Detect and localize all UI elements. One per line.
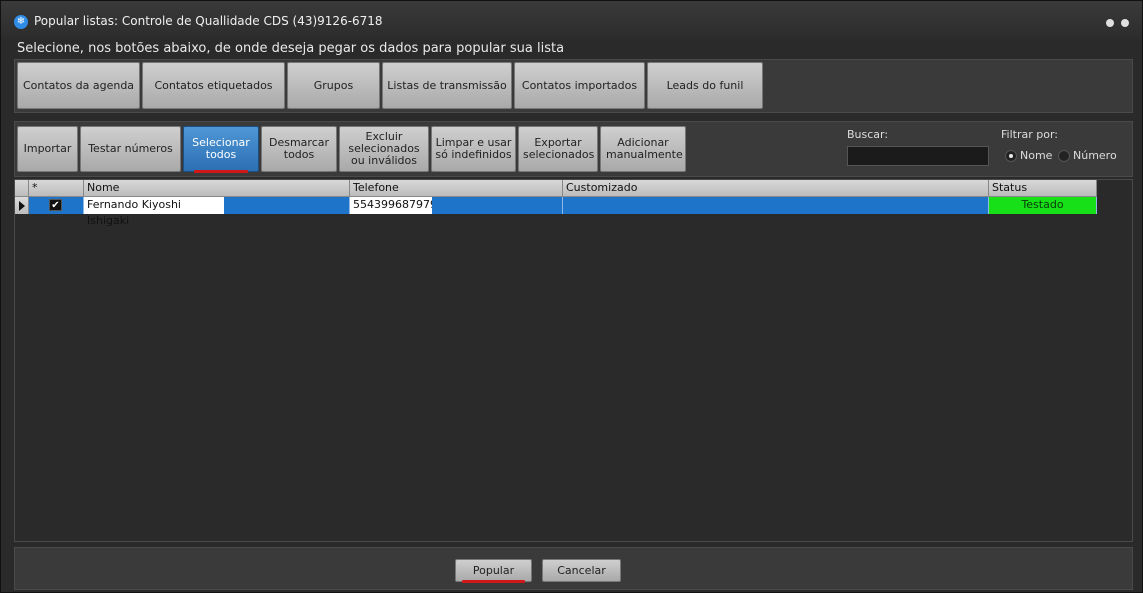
adicionar-manualmente-label: Adicionar manualmente (606, 136, 683, 161)
filter-option-nome[interactable]: Nome (1005, 149, 1052, 162)
contatos-importados-button[interactable]: Contatos importados (514, 62, 645, 109)
snowflake-icon: ❄ (14, 15, 28, 29)
desmarcar-todos-button[interactable]: Desmarcar todos (261, 126, 337, 172)
header-customizado[interactable]: Customizado (563, 180, 989, 196)
popular-label: Popular (472, 563, 515, 577)
grupos-button[interactable]: Grupos (287, 62, 380, 109)
footer-panel: Popular Cancelar (14, 547, 1133, 590)
excluir-selecionados-label: Excluir selecionados ou inválidos (348, 130, 420, 167)
radio-unselected-icon[interactable] (1058, 149, 1070, 162)
current-row-arrow-icon (19, 201, 25, 211)
testar-numeros-button[interactable]: Testar números (80, 126, 181, 172)
telefone-cell-filler[interactable] (432, 197, 563, 214)
table-row[interactable]: ✔ Fernando Kiyoshi Ishigaki 554399687979… (15, 197, 1097, 227)
filter-option-numero-label: Número (1073, 149, 1117, 162)
limpar-usar-indefinidos-button[interactable]: Limpar e usar só indefinidos (431, 126, 516, 172)
check-icon[interactable]: ✔ (49, 199, 62, 211)
popular-button[interactable]: Popular (455, 559, 532, 583)
filter-option-numero[interactable]: Número (1058, 149, 1117, 162)
contacts-grid: * Nome Telefone Customizado Status ✔ Fer… (14, 179, 1133, 542)
title-bar[interactable]: ❄ Popular listas: Controle de Quallidade… (1, 1, 1142, 39)
minimize-dot-icon[interactable] (1106, 19, 1114, 27)
selecionar-todos-button[interactable]: Selecionar todos (183, 126, 259, 173)
adicionar-manualmente-button[interactable]: Adicionar manualmente (600, 126, 686, 172)
highlight-underline (194, 170, 248, 173)
header-telefone[interactable]: Telefone (350, 180, 563, 196)
filter-label: Filtrar por: (1001, 128, 1058, 141)
header-nome[interactable]: Nome (84, 180, 350, 196)
listas-de-transmissao-button[interactable]: Listas de transmissão (382, 62, 512, 109)
exportar-selecionados-button[interactable]: Exportar selecionados (518, 126, 598, 172)
radio-selected-icon[interactable] (1005, 149, 1017, 162)
header-checkbox-column[interactable]: * (29, 180, 84, 196)
grid-header: * Nome Telefone Customizado Status (15, 180, 1097, 197)
customizado-cell[interactable] (563, 197, 989, 214)
source-buttons-panel: Contatos da agenda Contatos etiquetados … (14, 59, 1133, 113)
status-badge: Testado (989, 197, 1097, 214)
highlight-underline (462, 580, 525, 583)
telefone-cell[interactable]: 554399687979 (350, 197, 437, 214)
row-checkbox-cell[interactable]: ✔ (29, 197, 84, 214)
cancelar-button[interactable]: Cancelar (542, 559, 621, 582)
exportar-selecionados-label: Exportar selecionados (523, 136, 595, 161)
popular-listas-window: ❄ Popular listas: Controle de Quallidade… (0, 0, 1143, 593)
limpar-usar-indefinidos-label: Limpar e usar só indefinidos (435, 136, 512, 161)
row-selector[interactable] (15, 197, 29, 214)
header-status[interactable]: Status (989, 180, 1097, 196)
instruction-text: Selecione, nos botões abaixo, de onde de… (17, 41, 565, 56)
contatos-da-agenda-button[interactable]: Contatos da agenda (17, 62, 140, 109)
row-selector-header (15, 180, 29, 196)
nome-cell[interactable]: Fernando Kiyoshi Ishigaki (84, 197, 224, 227)
close-dot-icon[interactable] (1121, 19, 1129, 27)
desmarcar-todos-label: Desmarcar todos (269, 136, 330, 161)
selecionar-todos-label: Selecionar todos (192, 136, 250, 161)
leads-do-funil-button[interactable]: Leads do funil (647, 62, 763, 109)
filter-option-nome-label: Nome (1020, 149, 1053, 162)
search-input[interactable] (847, 146, 989, 166)
importar-button[interactable]: Importar (17, 126, 78, 172)
nome-cell-filler[interactable] (224, 197, 350, 214)
excluir-selecionados-button[interactable]: Excluir selecionados ou inválidos (339, 126, 429, 172)
toolbar-panel: Importar Testar números Selecionar todos… (14, 121, 1133, 177)
contatos-etiquetados-button[interactable]: Contatos etiquetados (142, 62, 285, 109)
search-label: Buscar: (847, 128, 889, 141)
window-title: Popular listas: Controle de Quallidade C… (34, 14, 383, 28)
